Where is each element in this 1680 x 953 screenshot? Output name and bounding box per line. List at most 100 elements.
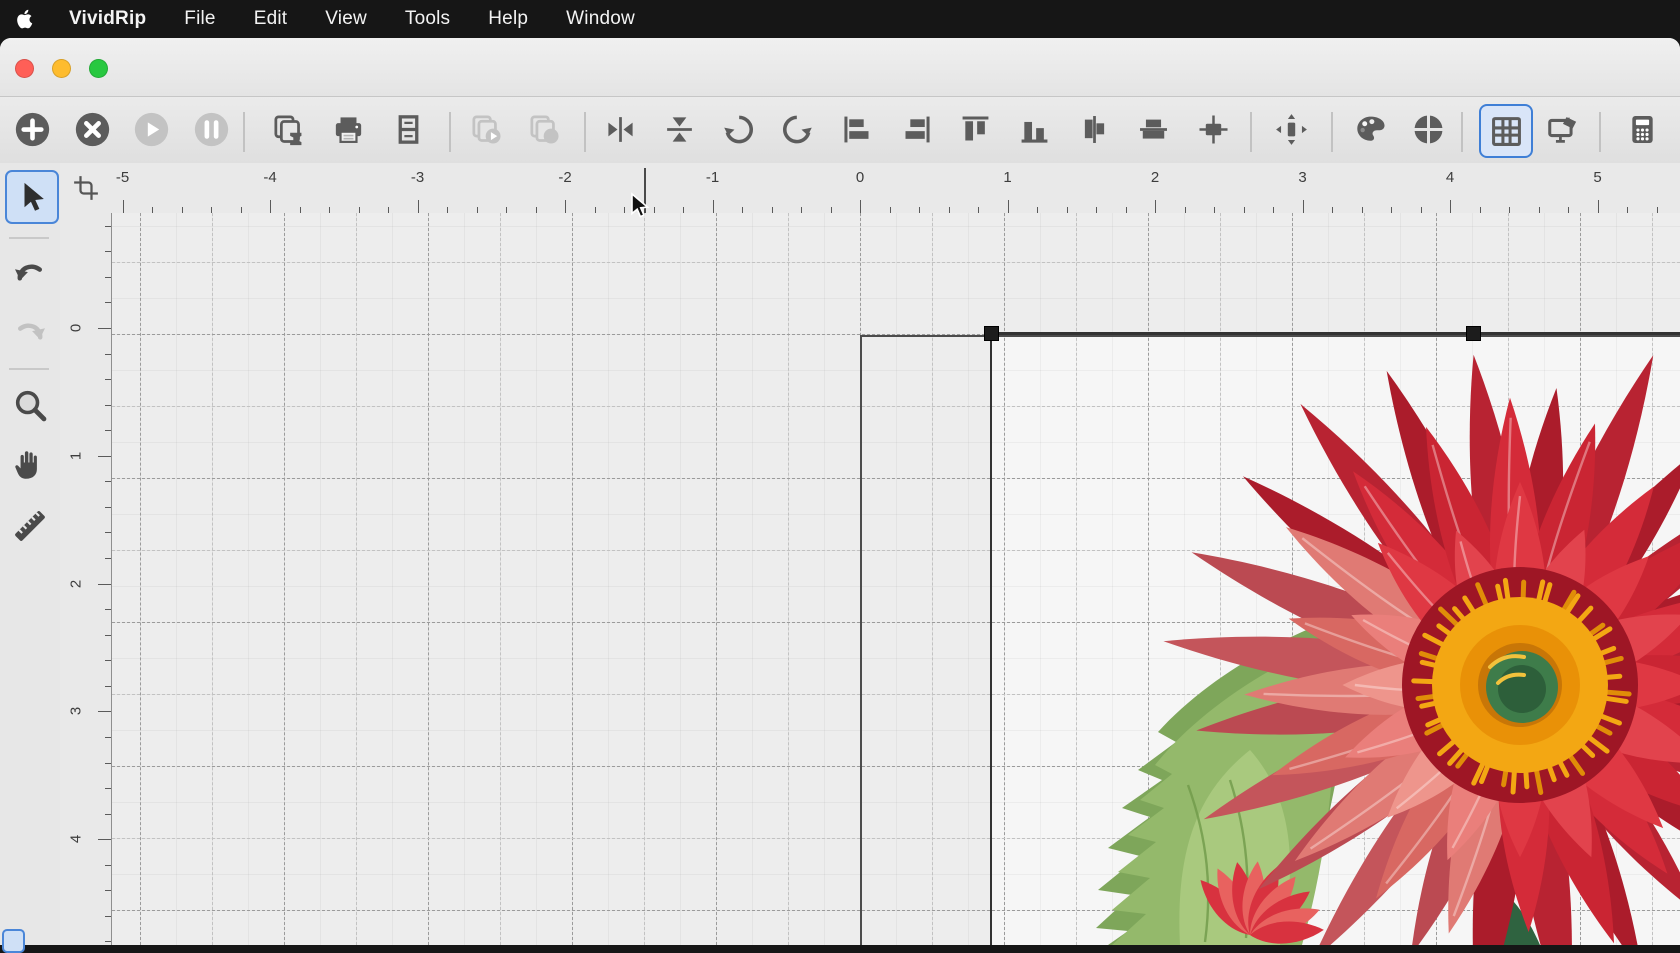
design-canvas[interactable] <box>112 213 1680 945</box>
grid-minor-line <box>680 213 681 945</box>
rotate-ccw-button[interactable] <box>713 104 763 154</box>
grid-line <box>500 213 501 945</box>
align-left-button[interactable] <box>832 104 882 154</box>
show-grid-button[interactable] <box>1479 104 1533 158</box>
grid-line <box>212 213 213 945</box>
measure-tool-button[interactable] <box>5 501 55 551</box>
ruler-origin-corner[interactable] <box>60 163 113 214</box>
color-settings-button[interactable] <box>1345 104 1395 154</box>
toolbar-separator <box>243 112 245 152</box>
grid-minor-line <box>464 213 465 945</box>
ruler-tick <box>105 277 112 278</box>
v-ruler-label: 0 <box>68 324 85 332</box>
menu-bar: VividRipFileEditViewToolsHelpWindow <box>0 0 1680 38</box>
partial-tool-button[interactable] <box>2 929 25 953</box>
ruler-tick <box>105 532 112 533</box>
apple-menu[interactable] <box>0 8 46 30</box>
registration-target-icon <box>1412 113 1445 146</box>
selection-edge-top <box>990 332 1680 335</box>
rotate-cw-button[interactable] <box>772 104 822 154</box>
pause-circle-icon <box>193 111 230 148</box>
print-jobs-button[interactable] <box>263 104 313 154</box>
ruler-tick <box>105 379 112 380</box>
align-right-button[interactable] <box>891 104 941 154</box>
ruler-tick <box>105 405 112 406</box>
ruler-tick <box>105 686 112 687</box>
mirror-horizontal-button[interactable] <box>595 104 645 154</box>
menu-item-window[interactable]: Window <box>547 8 654 30</box>
calculator-button[interactable] <box>1617 104 1667 154</box>
h-ruler-label: -3 <box>411 169 424 186</box>
ruler-tick <box>105 507 112 508</box>
grid-minor-line <box>248 213 249 945</box>
selection-handle[interactable] <box>984 326 999 341</box>
grid-minor-line <box>392 213 393 945</box>
align-bottom-button[interactable] <box>1009 104 1059 154</box>
v-ruler-label: 4 <box>68 835 85 843</box>
align-center-vertical-button[interactable] <box>1128 104 1178 154</box>
h-ruler-label: 2 <box>1151 169 1159 186</box>
traffic-light-zoom[interactable] <box>89 59 108 78</box>
position-object-button[interactable] <box>1266 104 1316 154</box>
pan-tool-button[interactable] <box>5 439 55 489</box>
grid-minor-line <box>176 213 177 945</box>
zoom-tool-button[interactable] <box>5 380 55 430</box>
selection-edge-left <box>990 333 992 945</box>
center-on-page-button[interactable] <box>1188 104 1238 154</box>
hold-jobs-button <box>519 104 569 154</box>
traffic-light-close[interactable] <box>15 59 34 78</box>
h-ruler-label: 3 <box>1298 169 1306 186</box>
h-ruler-label: -1 <box>706 169 719 186</box>
menu-item-help[interactable]: Help <box>469 8 547 30</box>
ruler-tick <box>1155 200 1156 213</box>
mirror-vertical-button[interactable] <box>654 104 704 154</box>
registration-marks-button[interactable] <box>1403 104 1453 154</box>
grid-minor-line <box>536 213 537 945</box>
ruler-tick <box>98 584 111 585</box>
v-ruler-label: 2 <box>68 579 85 587</box>
plus-circle-icon <box>14 111 51 148</box>
grid-line <box>428 213 429 945</box>
delete-job-button[interactable] <box>67 104 117 154</box>
preview-output-button[interactable] <box>1538 104 1588 154</box>
ruler-tick <box>105 481 112 482</box>
align-center-horizontal-button[interactable] <box>1069 104 1119 154</box>
menu-item-vividrip[interactable]: VividRip <box>50 8 165 30</box>
ruler-tick <box>105 635 112 636</box>
grid-minor-line <box>752 213 753 945</box>
grid-line <box>716 213 717 945</box>
flip-vertical-icon <box>663 113 696 146</box>
menu-item-file[interactable]: File <box>165 8 234 30</box>
hand-icon <box>12 446 48 482</box>
print-button[interactable] <box>323 104 373 154</box>
menu-item-edit[interactable]: Edit <box>235 8 307 30</box>
menu-item-tools[interactable]: Tools <box>386 8 469 30</box>
toolbar-separator <box>1461 112 1463 152</box>
select-tool-button[interactable] <box>5 170 59 224</box>
ruler-tick <box>123 200 124 213</box>
traffic-light-minimize[interactable] <box>52 59 71 78</box>
ruler-tick <box>860 200 861 213</box>
h-ruler-label: 0 <box>856 169 864 186</box>
menu-item-view[interactable]: View <box>306 8 386 30</box>
page-boundary-top <box>860 335 1680 337</box>
window-title-bar[interactable] <box>0 38 1680 97</box>
h-ruler-label: 1 <box>1003 169 1011 186</box>
h-ruler-label: -2 <box>558 169 571 186</box>
tile-panels-button[interactable] <box>383 104 433 154</box>
selection-handle[interactable] <box>1466 326 1481 341</box>
redo-arrow-icon <box>12 313 48 349</box>
start-queue-button <box>126 104 176 154</box>
magnifier-icon <box>12 387 48 423</box>
undo-arrow-icon <box>12 254 48 290</box>
h-ruler-label: -5 <box>116 169 129 186</box>
redo-button <box>5 306 55 356</box>
align-bottom-icon <box>1018 113 1051 146</box>
palette-icon <box>1354 113 1387 146</box>
add-job-button[interactable] <box>7 104 57 154</box>
ruler-tick <box>1598 200 1599 213</box>
undo-button[interactable] <box>5 247 55 297</box>
align-top-button[interactable] <box>950 104 1000 154</box>
flower-image[interactable] <box>950 280 1680 945</box>
grid-line <box>572 213 573 945</box>
